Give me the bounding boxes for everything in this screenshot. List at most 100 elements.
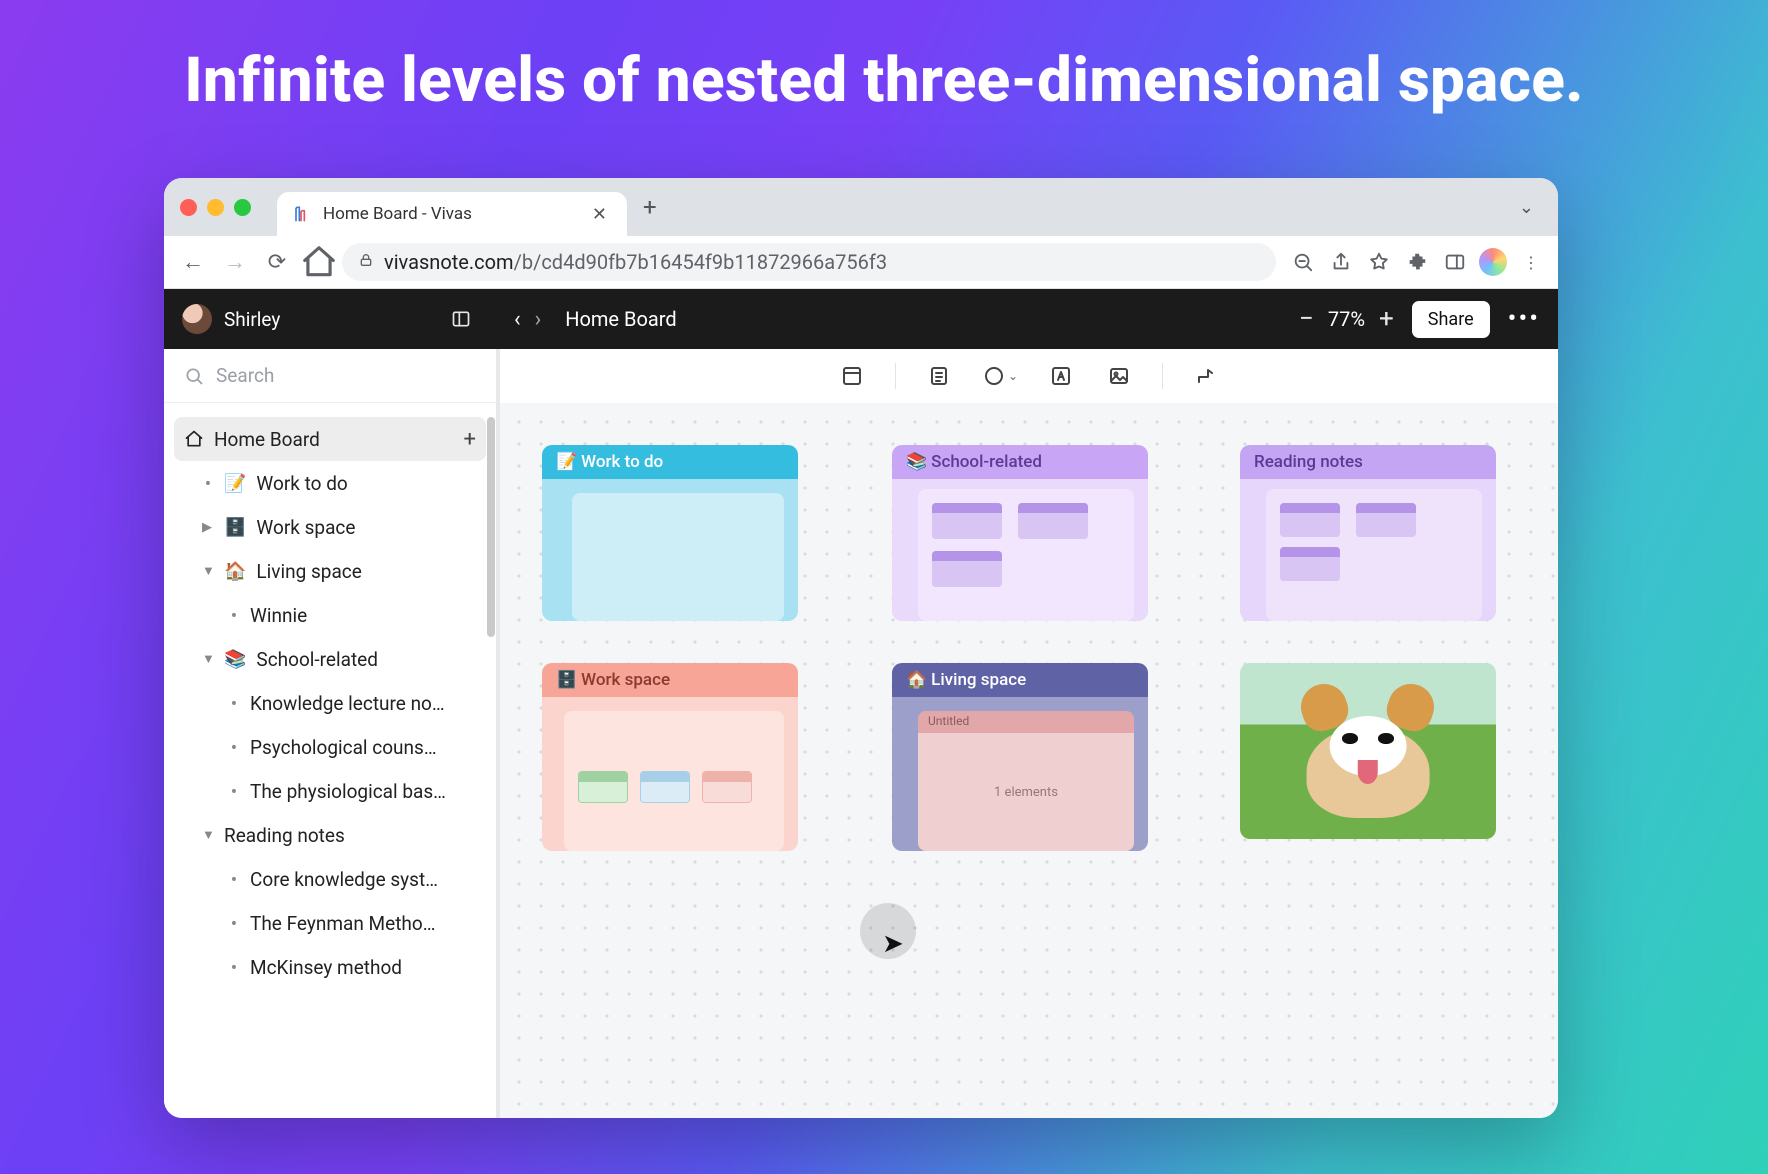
zoom-in-button[interactable]: + <box>1379 304 1394 334</box>
back-button[interactable]: ← <box>174 243 212 281</box>
tree-item-mckinsey-method[interactable]: • McKinsey method <box>174 945 486 989</box>
image-content <box>1240 663 1496 839</box>
minimize-window-button[interactable] <box>207 199 224 216</box>
bullet-icon: • <box>228 912 240 935</box>
search-field[interactable]: Search <box>164 349 496 403</box>
nested-board-preview <box>918 489 1134 621</box>
sidebar: Search Home Board + • 📝 Work to do ▶ 🗄️ <box>164 349 496 1118</box>
board-card-reading-notes[interactable]: Reading notes <box>1240 445 1496 621</box>
nested-board-subtitle: 1 elements <box>918 733 1134 851</box>
traffic-lights <box>180 199 251 216</box>
share-button[interactable]: Share <box>1412 301 1490 338</box>
nested-board-preview <box>564 711 784 851</box>
card-title: Living space <box>931 670 1026 690</box>
toolbar-separator <box>895 363 896 389</box>
books-icon: 📚 <box>906 452 927 472</box>
zoom-value: 77% <box>1328 307 1365 331</box>
forward-button[interactable]: → <box>216 243 254 281</box>
profile-avatar[interactable] <box>1476 245 1510 279</box>
extensions-icon[interactable] <box>1400 245 1434 279</box>
tree-item-label: Core knowledge syste... <box>250 868 446 891</box>
tree-item-work-to-do[interactable]: • 📝 Work to do <box>174 461 486 505</box>
card-title: Reading notes <box>1254 452 1363 472</box>
board-card-living-space[interactable]: 🏠Living space Untitled 1 elements <box>892 663 1148 851</box>
toggle-sidebar-button[interactable] <box>444 302 478 336</box>
tree-item-label: Work to do <box>256 472 347 495</box>
tree-item-knowledge-lecture-notes[interactable]: • Knowledge lecture notes <box>174 681 486 725</box>
tab-dropdown-button[interactable]: ⌄ <box>1511 193 1542 222</box>
nav-forward-button[interactable]: › <box>535 307 542 332</box>
tree-item-reading-notes[interactable]: ▼ Reading notes <box>174 813 486 857</box>
shape-tool[interactable]: ⌄ <box>982 361 1018 391</box>
caret-down-icon: ▼ <box>202 651 214 667</box>
connector-tool[interactable] <box>1191 361 1221 391</box>
card-title: Work space <box>581 670 670 690</box>
text-tool[interactable] <box>1046 361 1076 391</box>
bullet-icon: • <box>202 472 214 495</box>
tree-root-home-board[interactable]: Home Board + <box>174 417 486 461</box>
nested-board-title: Untitled <box>918 711 1134 733</box>
user-name: Shirley <box>224 308 280 331</box>
address-bar[interactable]: vivasnote.com/b/cd4d90fb7b16454f9b118729… <box>342 243 1276 281</box>
tab-close-button[interactable]: ✕ <box>586 202 613 227</box>
board-card-work-space[interactable]: 🗄️Work space <box>542 663 798 851</box>
infinite-canvas[interactable]: 📝Work to do 📚School-related Reading <box>500 403 1558 1118</box>
caret-down-icon: ▼ <box>202 563 214 579</box>
canvas-area: ⌄ 📝Work to do 📚School-related <box>496 349 1558 1118</box>
tree-item-school-related[interactable]: ▼ 📚 School-related <box>174 637 486 681</box>
breadcrumb-title: Home Board <box>565 307 676 331</box>
note-tool[interactable] <box>924 361 954 391</box>
reload-button[interactable]: ⟳ <box>258 243 296 281</box>
board-card-work-to-do[interactable]: 📝Work to do <box>542 445 798 621</box>
tree-item-winnie[interactable]: • Winnie <box>174 593 486 637</box>
tab-title: Home Board - Vivas <box>323 204 574 224</box>
tree-item-physiological-basis[interactable]: • The physiological basis... <box>174 769 486 813</box>
tree-item-core-knowledge-system[interactable]: • Core knowledge syste... <box>174 857 486 901</box>
tree-item-feynman-method[interactable]: • The Feynman Method ... <box>174 901 486 945</box>
close-window-button[interactable] <box>180 199 197 216</box>
share-icon[interactable] <box>1324 245 1358 279</box>
image-card-dog[interactable] <box>1240 663 1496 839</box>
browser-menu-button[interactable]: ⋮ <box>1514 245 1548 279</box>
sidebar-scrollbar[interactable] <box>487 417 495 637</box>
toolbar-separator <box>1162 363 1163 389</box>
zoom-control: − 77% + <box>1299 304 1394 334</box>
app-more-button[interactable]: ••• <box>1508 304 1540 334</box>
app-bar: Shirley ‹ › Home Board − 77% + Share ••• <box>164 289 1558 349</box>
home-button[interactable] <box>300 243 338 281</box>
zoom-indicator-icon[interactable] <box>1286 245 1320 279</box>
tree-item-label: Winnie <box>250 604 307 627</box>
fullscreen-window-button[interactable] <box>234 199 251 216</box>
house-icon: 🏠 <box>906 670 927 690</box>
tree-item-living-space[interactable]: ▼ 🏠 Living space <box>174 549 486 593</box>
books-icon: 📚 <box>224 649 246 670</box>
sidebar-tree: Home Board + • 📝 Work to do ▶ 🗄️ Work sp… <box>164 403 496 1118</box>
cursor-icon: ➤ <box>882 929 904 959</box>
search-placeholder: Search <box>216 364 274 387</box>
cabinet-icon: 🗄️ <box>556 670 577 690</box>
tree-item-label: Home Board <box>214 428 320 451</box>
sidepanel-icon[interactable] <box>1438 245 1472 279</box>
browser-window: Home Board - Vivas ✕ + ⌄ ← → ⟳ vivasnote… <box>164 178 1558 1118</box>
tree-item-work-space[interactable]: ▶ 🗄️ Work space <box>174 505 486 549</box>
home-icon <box>184 429 204 449</box>
image-tool[interactable] <box>1104 361 1134 391</box>
browser-tab[interactable]: Home Board - Vivas ✕ <box>277 192 627 236</box>
bookmark-star-icon[interactable] <box>1362 245 1396 279</box>
tree-item-label: Living space <box>256 560 361 583</box>
nav-back-button[interactable]: ‹ <box>514 307 521 332</box>
tree-item-label: Knowledge lecture notes <box>250 692 446 715</box>
favicon <box>291 204 311 224</box>
url-text: vivasnote.com/b/cd4d90fb7b16454f9b118729… <box>384 250 887 274</box>
add-child-button[interactable]: + <box>464 427 476 452</box>
zoom-out-button[interactable]: − <box>1299 304 1314 334</box>
frame-tool[interactable] <box>837 361 867 391</box>
new-tab-button[interactable]: + <box>643 193 657 221</box>
note-icon: 📝 <box>224 473 246 494</box>
board-card-school-related[interactable]: 📚School-related <box>892 445 1148 621</box>
bullet-icon: • <box>228 868 240 891</box>
tree-item-psychological-counseling[interactable]: • Psychological counseli... <box>174 725 486 769</box>
user-avatar[interactable] <box>182 304 212 334</box>
card-title: Work to do <box>581 452 663 472</box>
note-icon: 📝 <box>556 452 577 472</box>
